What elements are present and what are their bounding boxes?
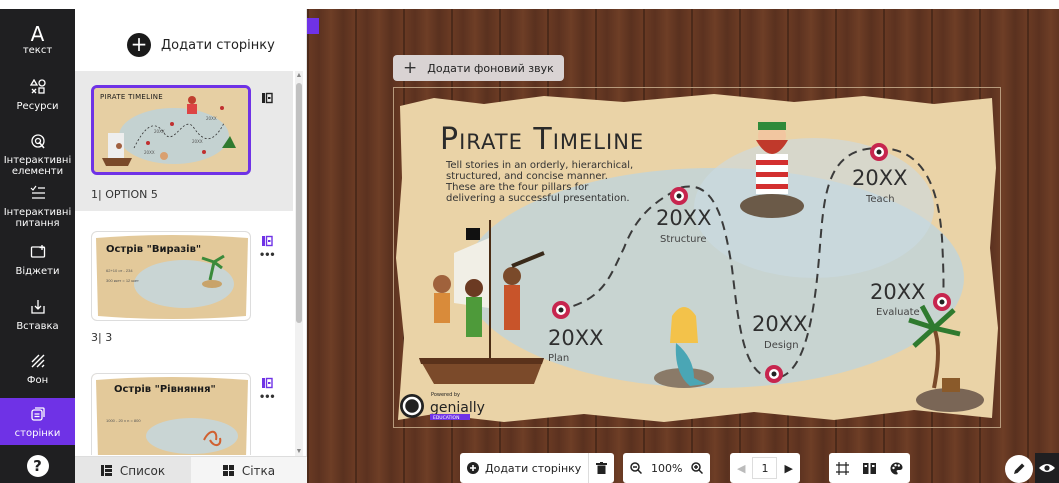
milestone-year: 20XX: [852, 166, 908, 190]
preview-button[interactable]: [1035, 453, 1059, 483]
page-label: 3| 3: [91, 331, 113, 344]
zoom-out-button[interactable]: [623, 453, 649, 483]
thumb-title: Острів "Виразів": [106, 244, 202, 255]
safe-area-button[interactable]: [829, 453, 856, 483]
page-item-3[interactable]: Острів "Рівняння" 1000 - 20 x n = 800 ••…: [75, 365, 293, 455]
add-page-button[interactable]: + Додати сторінку: [127, 33, 275, 57]
svg-text:Powered by: Powered by: [431, 392, 460, 398]
tab-list[interactable]: Список: [75, 457, 191, 483]
milestone-year: 20XX: [548, 326, 604, 350]
page-thumbnail[interactable]: 20XX 20XX 20XX 20XX Pirate Timeline: [91, 85, 251, 175]
svg-text:20XX: 20XX: [144, 150, 155, 155]
text-icon: A: [30, 22, 45, 46]
zoom-in-button[interactable]: [684, 453, 710, 483]
milestone-name: Design: [764, 340, 799, 351]
interactivity-icon[interactable]: [261, 92, 273, 104]
zoom-group: 100%: [623, 453, 711, 483]
scrollbar-thumb[interactable]: [296, 83, 302, 323]
milestone-year: 20XX: [870, 280, 926, 304]
plus-icon: +: [403, 57, 418, 78]
two-columns-icon: [863, 462, 876, 474]
prev-icon: ◀: [737, 461, 746, 475]
next-icon: ▶: [784, 461, 793, 475]
milestone-name: Teach: [866, 194, 895, 205]
milestone-name: Structure: [660, 234, 707, 245]
prev-page-button[interactable]: ◀: [730, 453, 752, 483]
toolbar-item-text[interactable]: A текст: [0, 23, 75, 56]
pin-icon[interactable]: [307, 18, 319, 34]
tab-grid[interactable]: Сітка: [191, 457, 307, 483]
page-thumbnail[interactable]: Острів "Виразів" 62+10 от - 234 300 ккет…: [91, 231, 251, 321]
pencil-icon: [1014, 463, 1025, 474]
next-page-button[interactable]: ▶: [777, 453, 799, 483]
interactive-elements-icon: [0, 133, 75, 155]
help-icon: ?: [26, 455, 49, 477]
slide-title: Pirate Timeline: [440, 122, 645, 157]
zoom-in-icon: [691, 462, 704, 474]
insert-icon: [0, 299, 75, 321]
zoom-level[interactable]: 100%: [649, 453, 684, 483]
edit-button[interactable]: [1005, 455, 1033, 483]
colors-button[interactable]: [883, 453, 910, 483]
pages-icon: [0, 406, 75, 428]
svg-text:genially: genially: [430, 400, 485, 416]
help-button[interactable]: ?: [0, 455, 75, 477]
widgets-icon: [0, 244, 75, 266]
interactivity-icon[interactable]: [261, 377, 273, 389]
milestone-year: 20XX: [752, 312, 808, 336]
left-toolbar: A текст Ресурси Інтерактивні елементи Ін…: [0, 9, 75, 483]
page-thumbnail[interactable]: Острів "Рівняння" 1000 - 20 x n = 800: [91, 373, 251, 455]
palette-icon: [890, 462, 903, 474]
list-icon: [100, 465, 112, 476]
toolbar-item-widgets[interactable]: Віджети: [0, 244, 75, 277]
page-item-2[interactable]: Острів "Виразів" 62+10 от - 234 300 ккет…: [75, 223, 293, 351]
toolbar-item-interactive-questions[interactable]: Інтерактивні питання: [0, 185, 75, 229]
view-tabs: Список Сітка: [75, 456, 307, 483]
trash-icon: [596, 462, 608, 474]
delete-page-button[interactable]: [589, 453, 614, 483]
zoom-out-icon: [630, 462, 642, 474]
page-item-1[interactable]: 20XX 20XX 20XX 20XX Pirate Timeline 1| O…: [75, 71, 293, 211]
milestone-name: Plan: [548, 353, 570, 364]
bottom-add-page-group: Додати сторінку: [460, 453, 615, 483]
svg-text:EDUCATION: EDUCATION: [433, 415, 459, 421]
toolbar-item-background[interactable]: Фон: [0, 353, 75, 386]
page-nav-group: ◀ 1 ▶: [730, 453, 800, 483]
grid-icon: [222, 465, 234, 476]
toolbar-item-pages[interactable]: сторінки: [0, 398, 75, 445]
svg-text:20XX: 20XX: [154, 129, 165, 134]
milestone-name: Evaluate: [876, 307, 920, 318]
view-tools-group: [829, 453, 910, 483]
page-number[interactable]: 1: [752, 457, 778, 479]
thumb-title: Pirate Timeline: [100, 93, 163, 101]
interactivity-icon[interactable]: [261, 235, 273, 247]
more-options-icon[interactable]: •••: [260, 389, 276, 403]
scroll-up-icon[interactable]: ▲: [295, 71, 303, 81]
canvas-area[interactable]: + Додати фоновий звук Powered by geniall…: [307, 9, 1059, 483]
eye-icon: [1039, 464, 1055, 472]
frame-icon: [836, 461, 849, 475]
pages-panel: + Додати сторінку 20XX 20XX 20XX 20XX PI…: [75, 9, 307, 483]
toolbar-item-interactive-elements[interactable]: Інтерактивні елементи: [0, 133, 75, 177]
more-options-icon[interactable]: •••: [260, 247, 276, 261]
toolbar-item-resources[interactable]: Ресурси: [0, 78, 75, 112]
slide[interactable]: Powered by genially EDUCATION Pirate Tim…: [393, 87, 1001, 428]
page-layout-button[interactable]: [856, 453, 883, 483]
thumb-title: Острів "Рівняння": [114, 384, 216, 395]
interactive-questions-icon: [0, 185, 75, 207]
page-label: 1| OPTION 5: [91, 188, 158, 201]
svg-text:20XX: 20XX: [206, 116, 217, 121]
bottom-add-page-button[interactable]: Додати сторінку: [460, 453, 588, 483]
slide-description: Tell stories in an orderly, hierarchical…: [446, 160, 634, 204]
plus-icon: +: [127, 33, 151, 57]
pages-scrollbar[interactable]: ▲ ▼: [295, 71, 303, 457]
milestone-year: 20XX: [656, 206, 712, 230]
resources-icon: [0, 78, 75, 101]
plus-circle-icon: [467, 462, 479, 474]
svg-text:20XX: 20XX: [192, 139, 203, 144]
toolbar-item-insert[interactable]: Вставка: [0, 299, 75, 332]
background-icon: [0, 353, 75, 375]
add-background-sound-button[interactable]: + Додати фоновий звук: [393, 55, 564, 81]
